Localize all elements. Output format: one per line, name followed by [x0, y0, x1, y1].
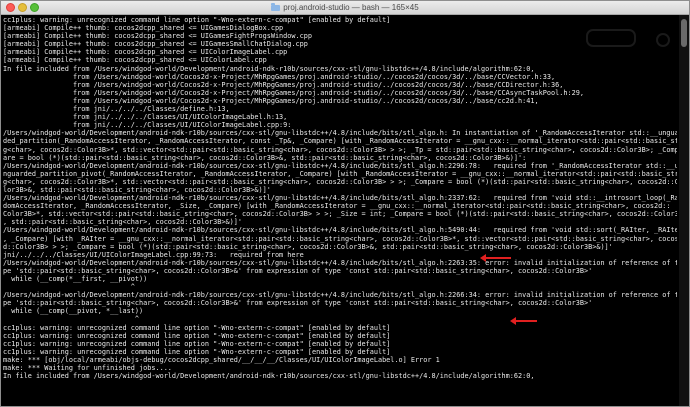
- terminal-line: g<char>, cocos2d::Color3B>*, std::vector…: [3, 145, 677, 154]
- terminal-line: from jni/../../../Classes/define.h:13,: [3, 105, 230, 114]
- error-arrow-2: [510, 317, 537, 325]
- scrollbar-thumb[interactable]: [681, 19, 687, 47]
- terminal-line: /Users/windgod-world/Development/android…: [3, 194, 677, 203]
- terminal-line: from jni/../../../Classes/UI/UIColorImag…: [3, 121, 292, 130]
- terminal-line: are = bool (*)(std::pair<std::basic_stri…: [3, 153, 527, 162]
- error-arrow-1: [480, 254, 511, 262]
- terminal-line: [armeabi] Compile++ thumb: cocos2dcpp_sh…: [3, 24, 284, 33]
- terminal-line: g<char>, cocos2d::Color3B>*, std::vector…: [3, 177, 677, 186]
- terminal-line: /Users/windgod-world/Development/android…: [3, 291, 677, 300]
- folder-icon: [271, 3, 281, 11]
- terminal-line: lor3B>&, std::pair<std::basic_string<cha…: [3, 185, 271, 194]
- terminal-line: cc1plus: warning: unrecognized command l…: [3, 331, 391, 340]
- terminal-line: make: *** [obj/local/armeabi/objs-debug/…: [3, 355, 440, 364]
- terminal-line: from jni/../../../Classes/UI/UIColorImag…: [3, 113, 288, 122]
- terminal-line: ^: [3, 283, 135, 292]
- terminal-line: [armeabi] Compile++ thumb: cocos2dcpp_sh…: [3, 56, 267, 65]
- terminal-line: cc1plus: warning: unrecognized command l…: [3, 16, 391, 24]
- terminal-line: Color3B>*, std::vector<std::pair<std::ba…: [3, 210, 677, 219]
- terminal-line: jni/../../../Classes/UI/UIColorImageLabe…: [3, 250, 304, 259]
- terminal-line: from /Users/windgod-world/Cocos2d-x-Proj…: [3, 88, 584, 97]
- terminal-line: from /Users/windgod-world/Cocos2d-x-Proj…: [3, 96, 539, 105]
- terminal-line: cc1plus: warning: unrecognized command l…: [3, 347, 391, 356]
- terminal-line: /Users/windgod-world/Development/android…: [3, 129, 677, 138]
- terminal-line: ^: [3, 315, 139, 324]
- terminal-line: domAccessIterator, _RandomAccessIterator…: [3, 202, 671, 211]
- terminal-line: [armeabi] Compile++ thumb: cocos2dcpp_sh…: [3, 40, 308, 49]
- terminal-line: [armeabi] Compile++ thumb: cocos2dcpp_sh…: [3, 48, 288, 57]
- title-bar[interactable]: proj.android-studio — bash — 165×45: [1, 1, 689, 15]
- terminal-line: ded_partition(_RandomAccessIterator, _Ra…: [3, 137, 677, 146]
- terminal-line: pe 'std::pair<std::basic_string<char>, c…: [3, 266, 593, 275]
- terminal-line: , std::pair<std::basic_string<char>, coc…: [3, 218, 242, 227]
- terminal-line: /Users/windgod-world/Development/android…: [3, 258, 677, 267]
- terminal-line: make: *** Waiting for unfinished jobs...…: [3, 364, 172, 373]
- terminal-line: from /Users/windgod-world/Cocos2d-x-Proj…: [3, 72, 556, 81]
- terminal-line: In file included from /Users/windgod-wor…: [3, 372, 535, 381]
- terminal-line: cc1plus: warning: unrecognized command l…: [3, 323, 391, 332]
- terminal-line: d::Color3B> > >; _Compare = bool (*)(std…: [3, 242, 613, 251]
- terminal-output[interactable]: cc1plus: warning: unrecognized command l…: [3, 16, 677, 406]
- terminal-line: /Users/windgod-world/Development/android…: [3, 226, 677, 235]
- terminal-line: /Users/windgod-world/Development/android…: [3, 161, 677, 170]
- terminal-window: proj.android-studio — bash — 165×45 cc1p…: [0, 0, 690, 407]
- terminal-line: while (__comp(*__first, __pivot)): [3, 275, 148, 283]
- terminal-line: In file included from /Users/windgod-wor…: [3, 64, 535, 73]
- window-title-wrap: proj.android-studio — bash — 165×45: [1, 1, 689, 15]
- terminal-line: [armeabi] Compile++ thumb: cocos2dcpp_sh…: [3, 32, 313, 41]
- terminal-line: nguarded_partition_pivot(_RandomAccessIt…: [3, 169, 677, 178]
- window-title: proj.android-studio — bash — 165×45: [283, 3, 419, 12]
- scrollbar-track[interactable]: [679, 15, 689, 406]
- terminal-line: while (__comp(__pivot, *__last)): [3, 307, 144, 316]
- terminal-line: pe 'std::pair<std::basic_string<char>, c…: [3, 299, 593, 308]
- terminal-line: from /Users/windgod-world/Cocos2d-x-Proj…: [3, 80, 564, 89]
- terminal-line: cc1plus: warning: unrecognized command l…: [3, 339, 391, 348]
- terminal-line: , _Compare) [with _RAIter = __gnu_cxx::_…: [3, 234, 677, 243]
